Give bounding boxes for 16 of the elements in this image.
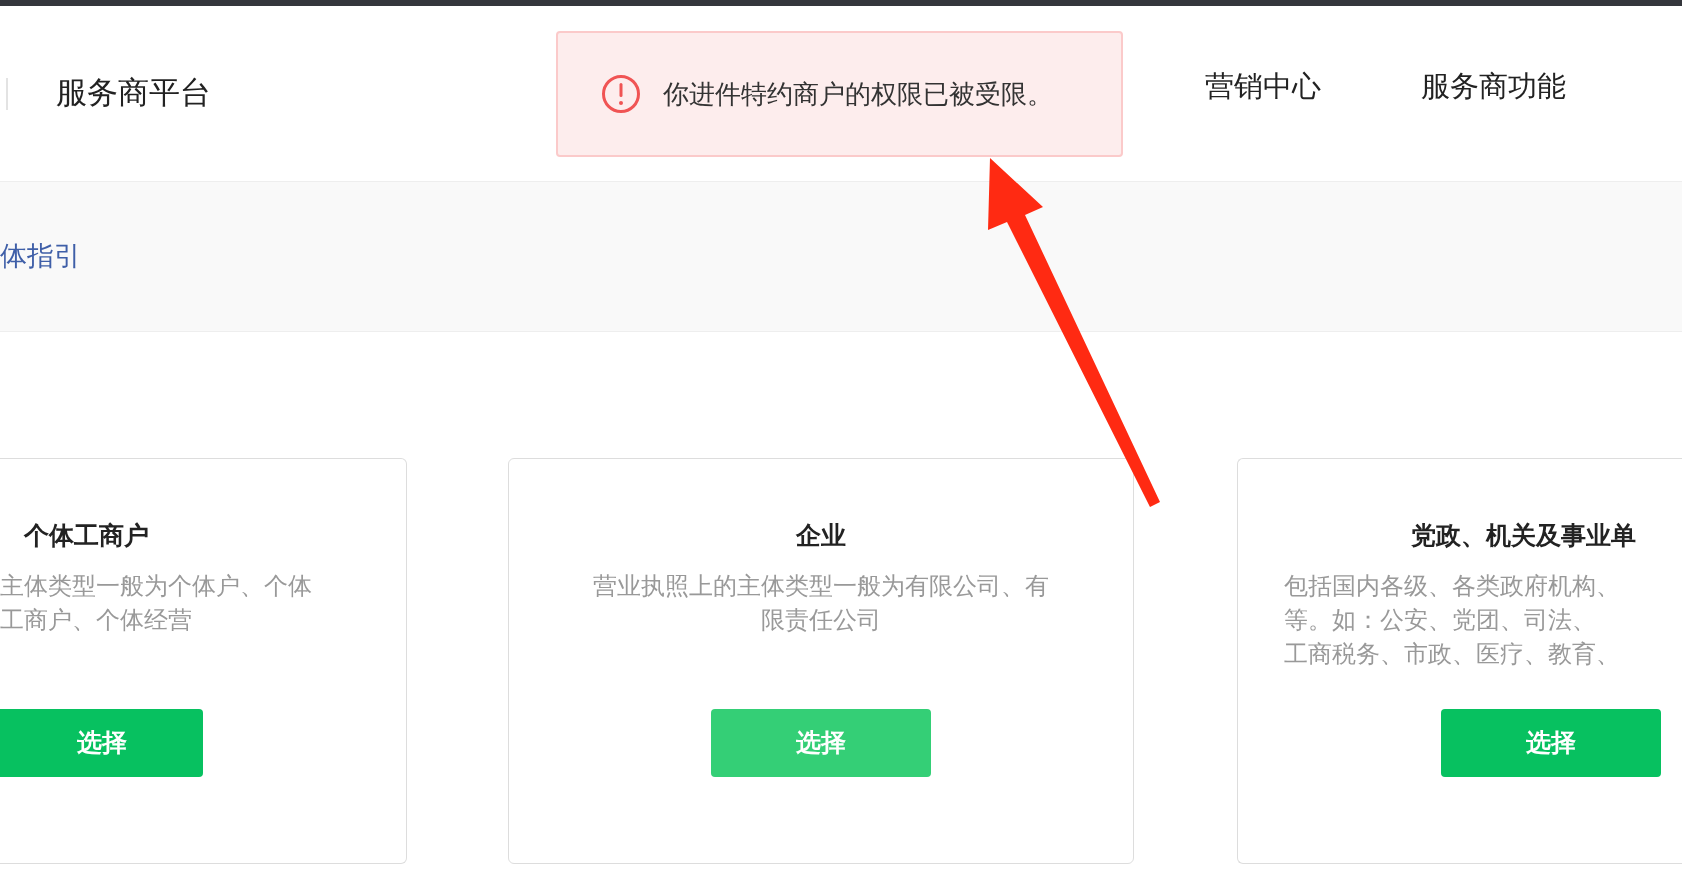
card-description: 工商税务、市政、医疗、教育、 bbox=[1284, 638, 1620, 669]
platform-title: 服务商平台 bbox=[56, 74, 211, 113]
card-description: 工商户、个体经营 bbox=[0, 604, 193, 635]
exclamation-icon bbox=[601, 74, 641, 114]
toast-message: 你进件特约商户的权限已被受限。 bbox=[663, 77, 1053, 111]
card-title: 个体工商户 bbox=[24, 520, 149, 551]
card-description: 主体类型一般为个体户、个体 bbox=[0, 570, 312, 601]
card-description: 等。如：公安、党团、司法、 bbox=[1284, 604, 1597, 635]
nav-link[interactable]: 营销中心 bbox=[1205, 64, 1321, 109]
card-title: 企业 bbox=[796, 520, 846, 551]
card-title: 党政、机关及事业单 bbox=[1411, 520, 1636, 551]
nav-link[interactable]: 服务商功能 bbox=[1421, 64, 1566, 109]
card-description: 包括国内各级、各类政府机构、 bbox=[1284, 570, 1620, 601]
card-description: 营业执照上的主体类型一般为有限公司、有 bbox=[593, 570, 1049, 601]
guide-link[interactable]: 体指引 bbox=[0, 236, 81, 277]
card-description: 限责任公司 bbox=[760, 604, 882, 635]
